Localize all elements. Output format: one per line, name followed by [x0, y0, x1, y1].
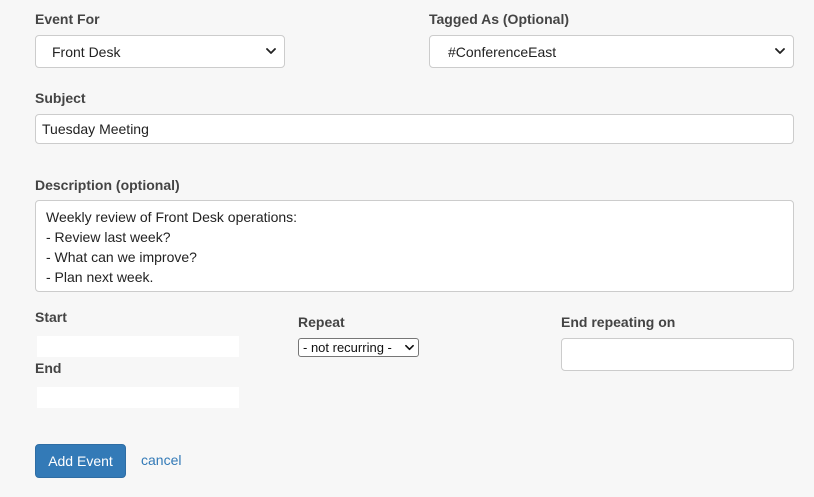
start-label: Start — [35, 309, 67, 325]
add-event-button[interactable]: Add Event — [35, 444, 126, 478]
chevron-down-icon — [405, 344, 414, 350]
cancel-link[interactable]: cancel — [141, 452, 181, 468]
event-for-selected-value: Front Desk — [52, 43, 121, 60]
chevron-down-icon — [266, 47, 276, 54]
repeat-label: Repeat — [298, 314, 345, 330]
subject-value: Tuesday Meeting — [42, 121, 149, 137]
repeat-select[interactable]: - not recurring - — [298, 338, 419, 357]
description-line: - Review last week? — [46, 229, 171, 245]
end-label: End — [35, 360, 62, 376]
start-input[interactable] — [37, 336, 239, 357]
tagged-as-selected-value: #ConferenceEast — [448, 43, 557, 60]
repeat-selected-value: - not recurring - — [303, 340, 392, 355]
end-repeating-label: End repeating on — [561, 314, 676, 330]
tagged-as-select[interactable]: #ConferenceEast — [429, 35, 794, 68]
event-form: Event For Front Desk Tagged As (Optional… — [0, 0, 814, 497]
subject-input[interactable]: Tuesday Meeting — [35, 114, 794, 144]
end-input[interactable] — [37, 387, 239, 408]
tagged-as-label: Tagged As (Optional) — [429, 11, 569, 27]
description-line: - What can we improve? — [46, 249, 197, 265]
subject-label: Subject — [35, 90, 86, 106]
description-line: - Plan next week. — [46, 269, 154, 285]
chevron-down-icon — [775, 47, 785, 54]
event-for-select[interactable]: Front Desk — [35, 35, 285, 68]
description-label: Description (optional) — [35, 177, 180, 193]
end-repeating-input[interactable] — [561, 338, 794, 371]
description-textarea[interactable]: Weekly review of Front Desk operations: … — [35, 200, 794, 292]
description-line: Weekly review of Front Desk operations: — [46, 209, 298, 225]
event-for-label: Event For — [35, 11, 100, 27]
